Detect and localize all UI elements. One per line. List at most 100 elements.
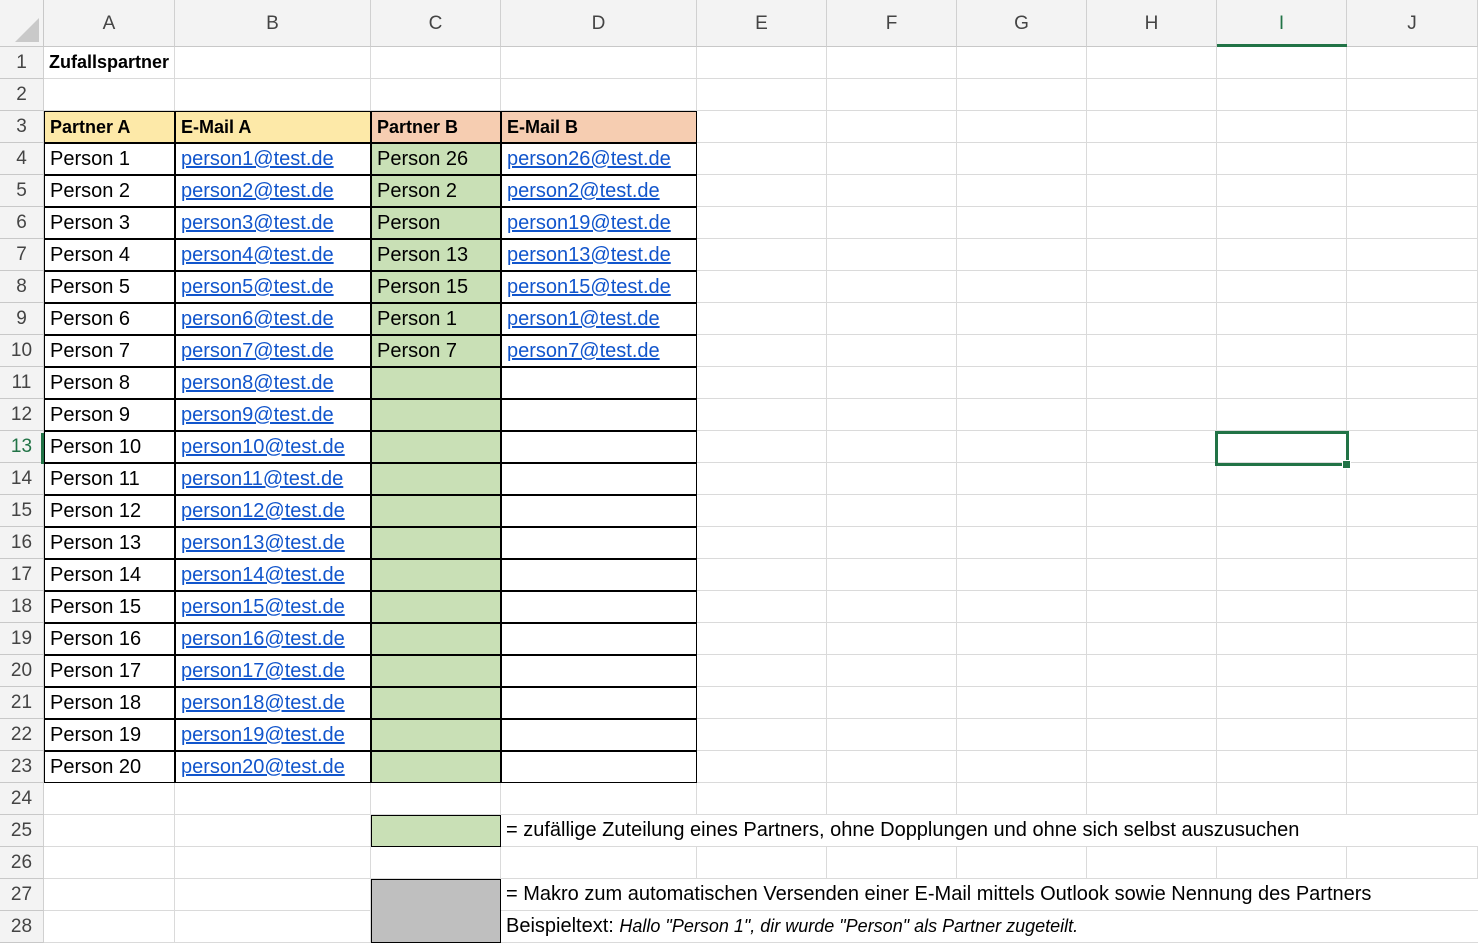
cell-f17[interactable] (827, 559, 957, 591)
cell-i18[interactable] (1217, 591, 1347, 623)
cell-a11[interactable]: Person 8 (44, 367, 175, 399)
cell-h26[interactable] (1087, 847, 1217, 879)
cell-e23[interactable] (697, 751, 827, 783)
row-header-8[interactable]: 8 (0, 271, 44, 303)
cell-i9[interactable] (1217, 303, 1347, 335)
row-header-2[interactable]: 2 (0, 79, 44, 111)
cell-h14[interactable] (1087, 463, 1217, 495)
row-header-17[interactable]: 17 (0, 559, 44, 591)
cell-b9[interactable]: person6@test.de (175, 303, 371, 335)
cell-b25[interactable] (175, 815, 371, 847)
cell-h4[interactable] (1087, 143, 1217, 175)
spreadsheet-grid[interactable]: A B C D E F G H I J 1 2 3 4 5 6 7 8 9 10 11 12 13 14 15 16 17 18 19 2… (0, 0, 1478, 948)
cell-b2[interactable] (175, 79, 371, 111)
cell-a4[interactable]: Person 1 (44, 143, 175, 175)
cell-c21[interactable] (371, 687, 501, 719)
cell-b26[interactable] (175, 847, 371, 879)
cell-e10[interactable] (697, 335, 827, 367)
cell-d23[interactable] (501, 751, 697, 783)
cell-d22[interactable] (501, 719, 697, 751)
cell-f13[interactable] (827, 431, 957, 463)
cell-j5[interactable] (1347, 175, 1478, 207)
cell-j13[interactable] (1347, 431, 1478, 463)
cell-h10[interactable] (1087, 335, 1217, 367)
cell-a1[interactable]: Zufallspartner (44, 47, 175, 79)
cell-h28[interactable] (1087, 911, 1217, 943)
row-header-16[interactable]: 16 (0, 527, 44, 559)
cell-j18[interactable] (1347, 591, 1478, 623)
cell-c4[interactable]: Person 26 (371, 143, 501, 175)
cell-b17[interactable]: person14@test.de (175, 559, 371, 591)
cell-j9[interactable] (1347, 303, 1478, 335)
cell-d21[interactable] (501, 687, 697, 719)
column-header-i[interactable]: I (1217, 0, 1347, 47)
cell-j23[interactable] (1347, 751, 1478, 783)
cell-i12[interactable] (1217, 399, 1347, 431)
column-header-g[interactable]: G (957, 0, 1087, 47)
row-header-18[interactable]: 18 (0, 591, 44, 623)
cell-g13[interactable] (957, 431, 1087, 463)
cell-f10[interactable] (827, 335, 957, 367)
cell-j16[interactable] (1347, 527, 1478, 559)
cell-d16[interactable] (501, 527, 697, 559)
cell-d24[interactable] (501, 783, 697, 815)
cell-b23[interactable]: person20@test.de (175, 751, 371, 783)
cell-e20[interactable] (697, 655, 827, 687)
cell-h16[interactable] (1087, 527, 1217, 559)
column-header-a[interactable]: A (44, 0, 175, 47)
cell-a9[interactable]: Person 6 (44, 303, 175, 335)
cell-b21[interactable]: person18@test.de (175, 687, 371, 719)
cell-g24[interactable] (957, 783, 1087, 815)
cell-a26[interactable] (44, 847, 175, 879)
row-header-6[interactable]: 6 (0, 207, 44, 239)
row-header-19[interactable]: 19 (0, 623, 44, 655)
cell-j14[interactable] (1347, 463, 1478, 495)
cell-f3[interactable] (827, 111, 957, 143)
cell-e15[interactable] (697, 495, 827, 527)
cell-c11[interactable] (371, 367, 501, 399)
cell-g17[interactable] (957, 559, 1087, 591)
cell-g2[interactable] (957, 79, 1087, 111)
cell-a5[interactable]: Person 2 (44, 175, 175, 207)
cell-f14[interactable] (827, 463, 957, 495)
cell-f24[interactable] (827, 783, 957, 815)
row-header-12[interactable]: 12 (0, 399, 44, 431)
cell-a3[interactable]: Partner A (44, 111, 175, 143)
cell-g11[interactable] (957, 367, 1087, 399)
cell-f2[interactable] (827, 79, 957, 111)
cell-h22[interactable] (1087, 719, 1217, 751)
cell-b12[interactable]: person9@test.de (175, 399, 371, 431)
cell-e22[interactable] (697, 719, 827, 751)
cell-d18[interactable] (501, 591, 697, 623)
cell-j2[interactable] (1347, 79, 1478, 111)
cell-c13[interactable] (371, 431, 501, 463)
cell-d5[interactable]: person2@test.de (501, 175, 697, 207)
cell-b5[interactable]: person2@test.de (175, 175, 371, 207)
cell-e2[interactable] (697, 79, 827, 111)
cell-g5[interactable] (957, 175, 1087, 207)
cell-d4[interactable]: person26@test.de (501, 143, 697, 175)
cell-c2[interactable] (371, 79, 501, 111)
cell-j24[interactable] (1347, 783, 1478, 815)
cell-j22[interactable] (1347, 719, 1478, 751)
row-header-9[interactable]: 9 (0, 303, 44, 335)
cell-d17[interactable] (501, 559, 697, 591)
cell-g3[interactable] (957, 111, 1087, 143)
cell-j3[interactable] (1347, 111, 1478, 143)
row-header-10[interactable]: 10 (0, 335, 44, 367)
cell-j28[interactable] (1347, 911, 1478, 943)
cell-d7[interactable]: person13@test.de (501, 239, 697, 271)
cell-j20[interactable] (1347, 655, 1478, 687)
cell-h6[interactable] (1087, 207, 1217, 239)
cell-h7[interactable] (1087, 239, 1217, 271)
cell-c16[interactable] (371, 527, 501, 559)
cell-i2[interactable] (1217, 79, 1347, 111)
cell-i11[interactable] (1217, 367, 1347, 399)
cell-e5[interactable] (697, 175, 827, 207)
cell-j7[interactable] (1347, 239, 1478, 271)
cell-j6[interactable] (1347, 207, 1478, 239)
row-header-1[interactable]: 1 (0, 47, 44, 79)
cell-c18[interactable] (371, 591, 501, 623)
cell-i20[interactable] (1217, 655, 1347, 687)
cell-e24[interactable] (697, 783, 827, 815)
